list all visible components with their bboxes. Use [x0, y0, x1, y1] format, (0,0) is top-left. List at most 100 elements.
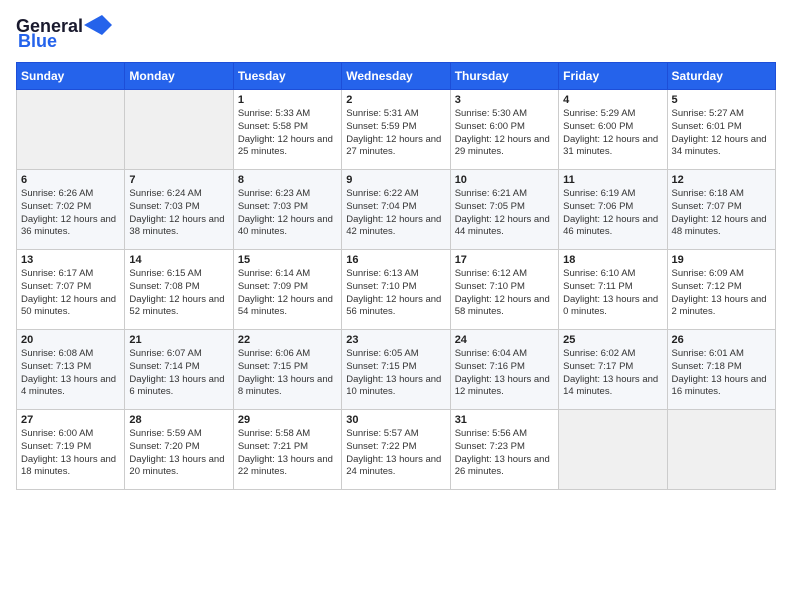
- day-info: Sunrise: 5:56 AMSunset: 7:23 PMDaylight:…: [455, 428, 554, 479]
- day-info: Sunrise: 6:10 AMSunset: 7:11 PMDaylight:…: [563, 268, 662, 319]
- calendar-week-row: 1 Sunrise: 5:33 AMSunset: 5:58 PMDayligh…: [17, 90, 776, 170]
- calendar-cell: 21 Sunrise: 6:07 AMSunset: 7:14 PMDaylig…: [125, 330, 233, 410]
- logo-arrow-icon: [84, 15, 112, 35]
- day-header-monday: Monday: [125, 63, 233, 90]
- calendar-week-row: 27 Sunrise: 6:00 AMSunset: 7:19 PMDaylig…: [17, 410, 776, 490]
- day-number: 10: [455, 174, 554, 186]
- day-header-tuesday: Tuesday: [233, 63, 341, 90]
- day-header-wednesday: Wednesday: [342, 63, 450, 90]
- day-number: 21: [129, 334, 228, 346]
- day-info: Sunrise: 6:26 AMSunset: 7:02 PMDaylight:…: [21, 188, 120, 239]
- day-number: 16: [346, 254, 445, 266]
- day-number: 22: [238, 334, 337, 346]
- day-number: 17: [455, 254, 554, 266]
- day-info: Sunrise: 6:07 AMSunset: 7:14 PMDaylight:…: [129, 348, 228, 399]
- day-info: Sunrise: 6:00 AMSunset: 7:19 PMDaylight:…: [21, 428, 120, 479]
- calendar-cell: 20 Sunrise: 6:08 AMSunset: 7:13 PMDaylig…: [17, 330, 125, 410]
- day-number: 24: [455, 334, 554, 346]
- day-number: 8: [238, 174, 337, 186]
- day-info: Sunrise: 6:13 AMSunset: 7:10 PMDaylight:…: [346, 268, 445, 319]
- logo: General Blue: [16, 16, 112, 52]
- day-info: Sunrise: 6:22 AMSunset: 7:04 PMDaylight:…: [346, 188, 445, 239]
- calendar-cell: 3 Sunrise: 5:30 AMSunset: 6:00 PMDayligh…: [450, 90, 558, 170]
- day-info: Sunrise: 6:23 AMSunset: 7:03 PMDaylight:…: [238, 188, 337, 239]
- day-info: Sunrise: 5:29 AMSunset: 6:00 PMDaylight:…: [563, 108, 662, 159]
- calendar-cell: 17 Sunrise: 6:12 AMSunset: 7:10 PMDaylig…: [450, 250, 558, 330]
- day-header-sunday: Sunday: [17, 63, 125, 90]
- day-info: Sunrise: 6:08 AMSunset: 7:13 PMDaylight:…: [21, 348, 120, 399]
- day-number: 20: [21, 334, 120, 346]
- day-number: 5: [672, 94, 771, 106]
- day-header-saturday: Saturday: [667, 63, 775, 90]
- day-info: Sunrise: 6:01 AMSunset: 7:18 PMDaylight:…: [672, 348, 771, 399]
- day-number: 3: [455, 94, 554, 106]
- day-number: 1: [238, 94, 337, 106]
- day-number: 9: [346, 174, 445, 186]
- calendar-cell: 13 Sunrise: 6:17 AMSunset: 7:07 PMDaylig…: [17, 250, 125, 330]
- day-number: 15: [238, 254, 337, 266]
- calendar-cell: 11 Sunrise: 6:19 AMSunset: 7:06 PMDaylig…: [559, 170, 667, 250]
- day-number: 26: [672, 334, 771, 346]
- calendar-cell: 10 Sunrise: 6:21 AMSunset: 7:05 PMDaylig…: [450, 170, 558, 250]
- day-number: 12: [672, 174, 771, 186]
- calendar-cell: 7 Sunrise: 6:24 AMSunset: 7:03 PMDayligh…: [125, 170, 233, 250]
- calendar-cell: 6 Sunrise: 6:26 AMSunset: 7:02 PMDayligh…: [17, 170, 125, 250]
- day-info: Sunrise: 6:02 AMSunset: 7:17 PMDaylight:…: [563, 348, 662, 399]
- day-info: Sunrise: 5:59 AMSunset: 7:20 PMDaylight:…: [129, 428, 228, 479]
- calendar-cell: 25 Sunrise: 6:02 AMSunset: 7:17 PMDaylig…: [559, 330, 667, 410]
- day-number: 28: [129, 414, 228, 426]
- calendar-table: SundayMondayTuesdayWednesdayThursdayFrid…: [16, 62, 776, 490]
- calendar-cell: 26 Sunrise: 6:01 AMSunset: 7:18 PMDaylig…: [667, 330, 775, 410]
- day-number: 4: [563, 94, 662, 106]
- day-number: 2: [346, 94, 445, 106]
- day-number: 25: [563, 334, 662, 346]
- calendar-cell: [125, 90, 233, 170]
- day-number: 31: [455, 414, 554, 426]
- calendar-cell: 19 Sunrise: 6:09 AMSunset: 7:12 PMDaylig…: [667, 250, 775, 330]
- day-info: Sunrise: 6:19 AMSunset: 7:06 PMDaylight:…: [563, 188, 662, 239]
- calendar-cell: 30 Sunrise: 5:57 AMSunset: 7:22 PMDaylig…: [342, 410, 450, 490]
- day-info: Sunrise: 5:30 AMSunset: 6:00 PMDaylight:…: [455, 108, 554, 159]
- day-info: Sunrise: 6:04 AMSunset: 7:16 PMDaylight:…: [455, 348, 554, 399]
- day-number: 18: [563, 254, 662, 266]
- page-header: General Blue: [16, 16, 776, 52]
- calendar-cell: 8 Sunrise: 6:23 AMSunset: 7:03 PMDayligh…: [233, 170, 341, 250]
- day-info: Sunrise: 6:15 AMSunset: 7:08 PMDaylight:…: [129, 268, 228, 319]
- day-number: 19: [672, 254, 771, 266]
- day-number: 14: [129, 254, 228, 266]
- calendar-cell: 24 Sunrise: 6:04 AMSunset: 7:16 PMDaylig…: [450, 330, 558, 410]
- calendar-week-row: 6 Sunrise: 6:26 AMSunset: 7:02 PMDayligh…: [17, 170, 776, 250]
- calendar-cell: 18 Sunrise: 6:10 AMSunset: 7:11 PMDaylig…: [559, 250, 667, 330]
- day-number: 11: [563, 174, 662, 186]
- day-number: 27: [21, 414, 120, 426]
- calendar-cell: 4 Sunrise: 5:29 AMSunset: 6:00 PMDayligh…: [559, 90, 667, 170]
- calendar-cell: 9 Sunrise: 6:22 AMSunset: 7:04 PMDayligh…: [342, 170, 450, 250]
- calendar-cell: 5 Sunrise: 5:27 AMSunset: 6:01 PMDayligh…: [667, 90, 775, 170]
- calendar-cell: 1 Sunrise: 5:33 AMSunset: 5:58 PMDayligh…: [233, 90, 341, 170]
- logo-blue: Blue: [18, 31, 57, 52]
- day-info: Sunrise: 5:27 AMSunset: 6:01 PMDaylight:…: [672, 108, 771, 159]
- calendar-cell: 22 Sunrise: 6:06 AMSunset: 7:15 PMDaylig…: [233, 330, 341, 410]
- day-info: Sunrise: 6:18 AMSunset: 7:07 PMDaylight:…: [672, 188, 771, 239]
- day-info: Sunrise: 6:24 AMSunset: 7:03 PMDaylight:…: [129, 188, 228, 239]
- day-info: Sunrise: 6:06 AMSunset: 7:15 PMDaylight:…: [238, 348, 337, 399]
- calendar-cell: 29 Sunrise: 5:58 AMSunset: 7:21 PMDaylig…: [233, 410, 341, 490]
- calendar-cell: 12 Sunrise: 6:18 AMSunset: 7:07 PMDaylig…: [667, 170, 775, 250]
- day-info: Sunrise: 6:05 AMSunset: 7:15 PMDaylight:…: [346, 348, 445, 399]
- day-number: 13: [21, 254, 120, 266]
- day-info: Sunrise: 6:17 AMSunset: 7:07 PMDaylight:…: [21, 268, 120, 319]
- calendar-week-row: 13 Sunrise: 6:17 AMSunset: 7:07 PMDaylig…: [17, 250, 776, 330]
- calendar-cell: [559, 410, 667, 490]
- calendar-header-row: SundayMondayTuesdayWednesdayThursdayFrid…: [17, 63, 776, 90]
- calendar-cell: 28 Sunrise: 5:59 AMSunset: 7:20 PMDaylig…: [125, 410, 233, 490]
- day-number: 6: [21, 174, 120, 186]
- day-info: Sunrise: 5:33 AMSunset: 5:58 PMDaylight:…: [238, 108, 337, 159]
- calendar-cell: 16 Sunrise: 6:13 AMSunset: 7:10 PMDaylig…: [342, 250, 450, 330]
- day-info: Sunrise: 6:21 AMSunset: 7:05 PMDaylight:…: [455, 188, 554, 239]
- day-info: Sunrise: 5:31 AMSunset: 5:59 PMDaylight:…: [346, 108, 445, 159]
- day-info: Sunrise: 6:09 AMSunset: 7:12 PMDaylight:…: [672, 268, 771, 319]
- day-number: 29: [238, 414, 337, 426]
- calendar-week-row: 20 Sunrise: 6:08 AMSunset: 7:13 PMDaylig…: [17, 330, 776, 410]
- day-info: Sunrise: 5:58 AMSunset: 7:21 PMDaylight:…: [238, 428, 337, 479]
- day-number: 7: [129, 174, 228, 186]
